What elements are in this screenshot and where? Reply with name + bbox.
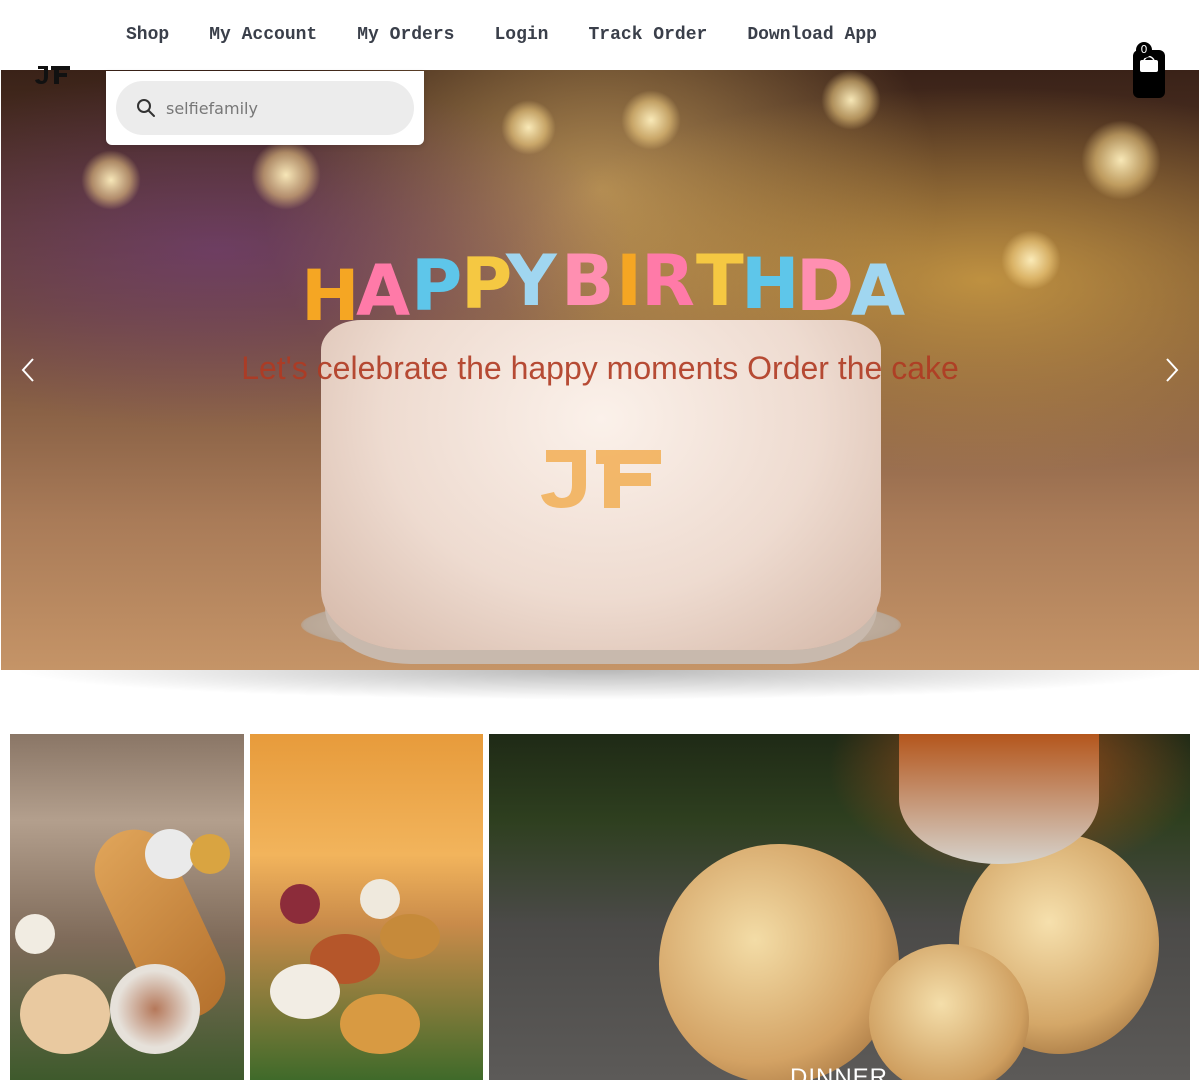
svg-text:B: B	[561, 240, 614, 322]
curd-bowl-image	[270, 964, 340, 1019]
nav-my-orders[interactable]: My Orders	[337, 0, 474, 70]
fried-snack-image	[340, 994, 420, 1054]
cart-count-badge: 0	[1136, 42, 1152, 58]
cake-brand-logo	[541, 450, 661, 508]
svg-text:T: T	[696, 240, 744, 322]
nav-track-order[interactable]: Track Order	[568, 0, 727, 70]
chevron-left-icon[interactable]	[13, 355, 43, 385]
main-nav: Shop My Account My Orders Login Track Or…	[106, 0, 897, 70]
parotta-image	[659, 844, 899, 1080]
category-label-dinner: DINNER	[789, 1064, 888, 1080]
svg-text:H: H	[741, 243, 800, 325]
svg-text:A: A	[356, 250, 410, 332]
search-box	[116, 81, 414, 135]
category-tile-breakfast[interactable]	[10, 734, 244, 1080]
bokeh-light	[81, 150, 141, 210]
uttapam-image	[20, 974, 110, 1054]
chutney-bowl-image	[145, 829, 195, 879]
svg-text:I: I	[616, 240, 642, 322]
hero-slider[interactable]: H A P P Y B I R T H D A Let's celebrate …	[1, 70, 1199, 670]
svg-text:A: A	[851, 250, 905, 332]
curry-bowl-image	[380, 914, 440, 959]
nav-download-app[interactable]: Download App	[727, 0, 897, 70]
hero-caption: Let's celebrate the happy moments Order …	[241, 350, 959, 386]
hero-shadow	[10, 670, 1190, 700]
sambar-cup-image	[110, 964, 200, 1054]
svg-text:P: P	[411, 245, 462, 327]
nav-my-account[interactable]: My Account	[189, 0, 337, 70]
bokeh-light	[621, 90, 681, 150]
search-icon[interactable]	[136, 98, 156, 118]
nav-shop[interactable]: Shop	[106, 0, 189, 70]
category-tile-lunch[interactable]	[250, 734, 483, 1080]
bokeh-light	[251, 140, 321, 210]
bokeh-light	[1001, 230, 1061, 290]
search-dropdown	[106, 71, 424, 145]
svg-text:H: H	[301, 255, 360, 337]
bokeh-light	[821, 70, 881, 130]
idli-image	[15, 914, 55, 954]
brand-logo[interactable]	[34, 60, 72, 86]
category-tile-dinner[interactable]: DINNER	[489, 734, 1190, 1080]
chutney-bowl-image	[190, 834, 230, 874]
bokeh-light	[1081, 120, 1161, 200]
svg-text:P: P	[461, 243, 512, 325]
onion-image	[280, 884, 320, 924]
nav-login[interactable]: Login	[474, 0, 568, 70]
happy-birthday-candles: H A P P Y B I R T H D A	[301, 240, 905, 337]
curry-pot-image	[899, 734, 1099, 864]
svg-text:D: D	[796, 245, 854, 327]
bokeh-light	[501, 100, 556, 155]
svg-text:R: R	[641, 240, 695, 322]
svg-text:Y: Y	[505, 240, 558, 322]
search-input[interactable]	[166, 93, 396, 123]
site-header: Shop My Account My Orders Login Track Or…	[0, 0, 1200, 70]
chevron-right-icon[interactable]	[1157, 355, 1187, 385]
garlic-image	[360, 879, 400, 919]
